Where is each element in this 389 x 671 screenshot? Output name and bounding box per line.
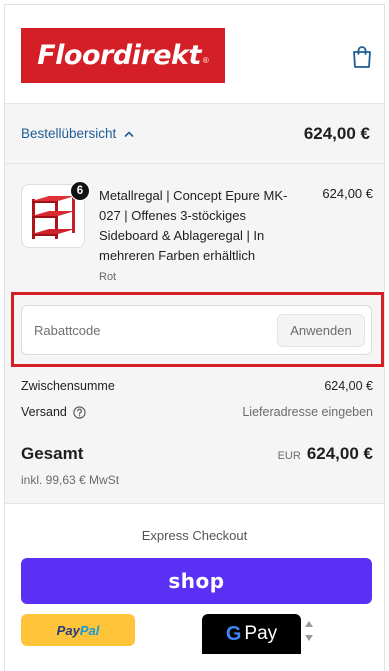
order-summary-toggle-bar[interactable]: Bestellübersicht 624,00 € <box>5 104 384 164</box>
paypal-logo-part2: Pal <box>79 622 100 638</box>
express-checkout-section: Express Checkout shop Pay Pal G Pay <box>5 503 384 671</box>
express-checkout-title: Express Checkout <box>141 528 248 543</box>
total-label: Gesamt <box>21 444 84 463</box>
discount-code-input[interactable] <box>34 318 264 342</box>
shop-pay-logo: shop <box>168 569 225 593</box>
help-circle-icon[interactable] <box>73 405 86 419</box>
header: Floordirekt ® <box>5 5 384 104</box>
quantity-badge: 6 <box>70 181 90 201</box>
subtotal-label: Zwischensumme <box>21 379 115 393</box>
summary-total: 624,00 € <box>303 124 370 143</box>
product-variant: Rot <box>99 271 117 283</box>
tax-note: inkl. 99,63 € MwSt <box>21 473 120 487</box>
shop-pay-button[interactable]: shop <box>21 558 372 604</box>
discount-code-section: Anwenden <box>21 305 372 355</box>
scroll-stepper-icon[interactable] <box>303 616 315 646</box>
shipping-row: Versand Lieferadresse eingeben <box>21 405 373 419</box>
order-summary-toggle[interactable]: Bestellübersicht <box>21 126 134 141</box>
shipping-label-group: Versand <box>21 405 86 419</box>
shipping-label: Versand <box>21 405 67 419</box>
product-price: 624,00 € <box>322 186 373 201</box>
product-title: Metallregal | Concept Epure MK-027 | Off… <box>99 188 288 263</box>
paypal-logo-part1: Pay <box>56 622 80 638</box>
product-line-item: 6 Metallregal | Concept Epure MK-027 | O… <box>21 181 373 283</box>
paypal-button[interactable]: Pay Pal <box>21 614 135 646</box>
order-summary-label: Bestellübersicht <box>21 126 117 141</box>
total-amount-group: EUR 624,00 € <box>278 444 373 464</box>
logo-registered-mark: ® <box>202 56 209 65</box>
grand-total-row: Gesamt EUR 624,00 € <box>21 444 373 464</box>
google-pay-button[interactable]: G Pay <box>202 614 301 654</box>
apply-discount-button[interactable]: Anwenden <box>277 314 365 347</box>
checkout-frame: Floordirekt ® Bestellübersicht 624,00 € <box>4 4 385 671</box>
chevron-up-icon <box>125 131 134 137</box>
subtotal-row: Zwischensumme 624,00 € <box>21 379 373 393</box>
shopping-bag-icon[interactable] <box>351 45 373 69</box>
google-pay-label: Pay <box>244 623 278 644</box>
logo-text: Floordirekt <box>37 40 201 71</box>
total-value: 624,00 € <box>306 444 373 463</box>
shipping-value: Lieferadresse eingeben <box>242 405 373 419</box>
floordirekt-logo[interactable]: Floordirekt ® <box>21 28 225 83</box>
currency-code: EUR <box>277 450 301 462</box>
subtotal-value: 624,00 € <box>324 379 373 393</box>
google-g-icon: G <box>225 622 242 645</box>
